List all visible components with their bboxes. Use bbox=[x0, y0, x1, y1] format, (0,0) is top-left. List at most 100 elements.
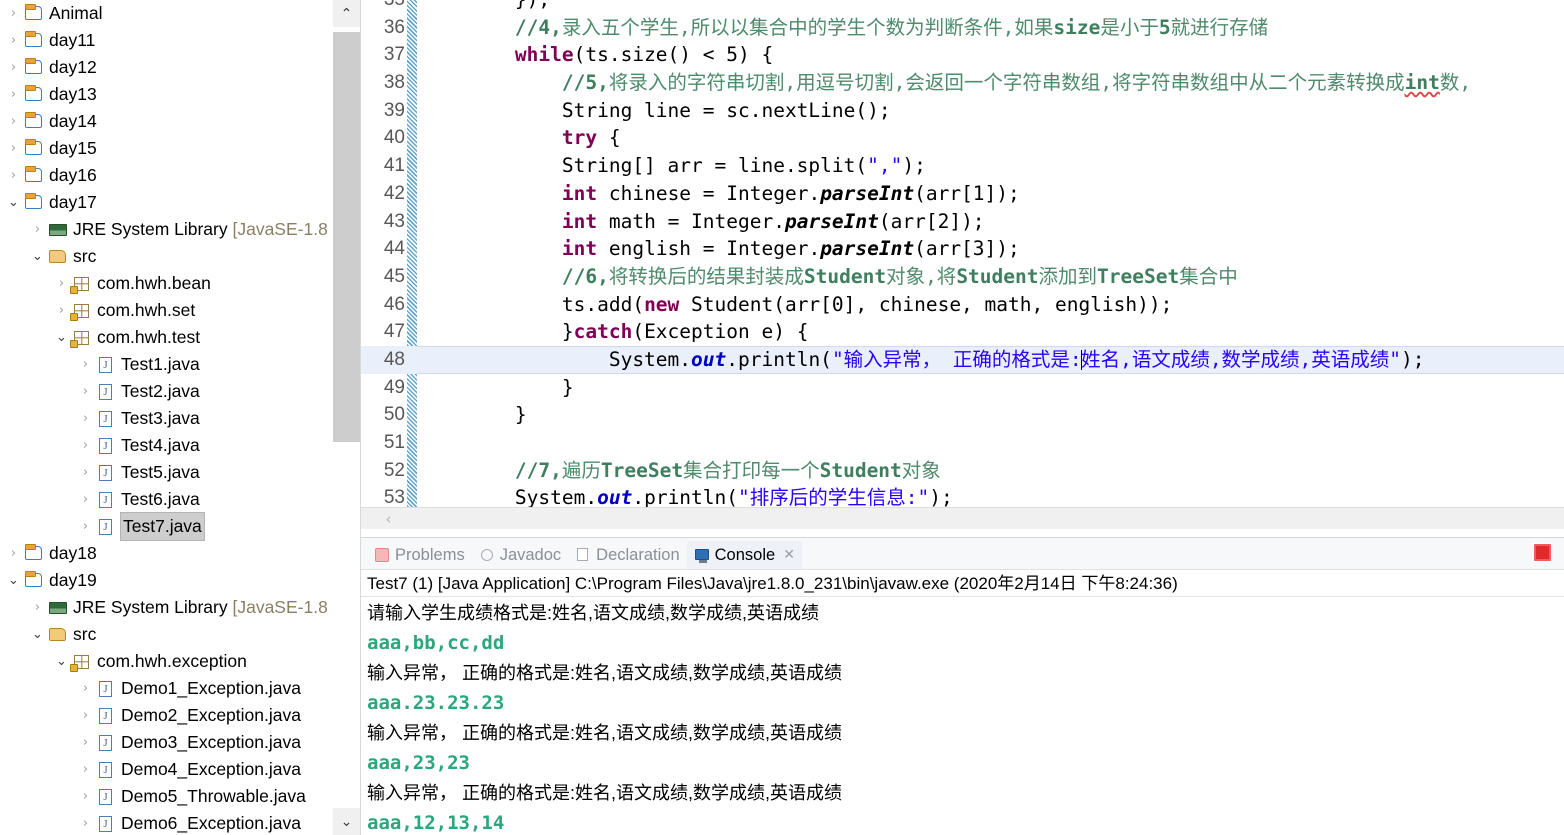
code-line[interactable]: 48 System.out.println("输入异常， 正确的格式是:姓名,语… bbox=[361, 345, 1564, 374]
editor-horizontal-scrollbar[interactable]: ‹ bbox=[361, 507, 1564, 529]
tree-node[interactable]: › day11 bbox=[0, 27, 334, 54]
tree-node[interactable]: › Demo5_Throwable.java bbox=[0, 783, 334, 810]
tree-node[interactable]: › Demo6_Exception.java bbox=[0, 810, 334, 835]
tree-twisty-closed-icon[interactable]: › bbox=[76, 810, 95, 835]
tree-node[interactable]: › Test6.java bbox=[0, 486, 334, 513]
code-line[interactable]: 45 //6,将转换后的结果封装成Student对象,将Student添加到Tr… bbox=[361, 263, 1564, 291]
tree-node[interactable]: ⌄ src bbox=[0, 621, 334, 648]
code-line[interactable]: 51 bbox=[361, 429, 1564, 457]
code-line[interactable]: 38 //5,将录入的字符串切割,用逗号切割,会返回一个字符串数组,将字符串数组… bbox=[361, 69, 1564, 97]
tab-declaration[interactable]: Declaration bbox=[568, 541, 686, 569]
scroll-up-arrow-icon[interactable]: ⌃ bbox=[333, 0, 360, 27]
tree-twisty-closed-icon[interactable]: › bbox=[4, 27, 23, 54]
tree-node[interactable]: › Test2.java bbox=[0, 378, 334, 405]
tree-twisty-closed-icon[interactable]: › bbox=[28, 594, 47, 621]
tree-node[interactable]: › Demo3_Exception.java bbox=[0, 729, 334, 756]
tree-node[interactable]: ⌄ src bbox=[0, 243, 334, 270]
tree-twisty-closed-icon[interactable]: › bbox=[76, 486, 95, 513]
tree-twisty-open-icon[interactable]: ⌄ bbox=[28, 621, 47, 648]
tree-node[interactable]: › Test3.java bbox=[0, 405, 334, 432]
tree-twisty-closed-icon[interactable]: › bbox=[76, 432, 95, 459]
tree-twisty-closed-icon[interactable]: › bbox=[76, 675, 95, 702]
tree-node[interactable]: › JRE System Library [JavaSE-1.8 bbox=[0, 594, 334, 621]
tree-node[interactable]: › day13 bbox=[0, 81, 334, 108]
code-line[interactable]: 50 } bbox=[361, 401, 1564, 429]
code-line[interactable]: 39 String line = sc.nextLine(); bbox=[361, 97, 1564, 125]
tree-node[interactable]: › Test5.java bbox=[0, 459, 334, 486]
code-line[interactable]: 49 } bbox=[361, 374, 1564, 402]
tab-problems[interactable]: Problems bbox=[367, 541, 472, 569]
tree-twisty-closed-icon[interactable]: › bbox=[4, 81, 23, 108]
close-icon[interactable]: ✕ bbox=[783, 547, 795, 563]
tab-console[interactable]: Console ✕ bbox=[686, 541, 802, 569]
code-line[interactable]: 40 try { bbox=[361, 124, 1564, 152]
tree-node[interactable]: › com.hwh.set bbox=[0, 297, 334, 324]
project-tree[interactable]: › Animal › day11 › day12 › day13 › day14 › day15 › da… bbox=[0, 0, 334, 835]
explorer-scroll-track[interactable] bbox=[333, 27, 360, 808]
tree-twisty-open-icon[interactable]: ⌄ bbox=[4, 567, 23, 594]
tree-twisty-closed-icon[interactable]: › bbox=[76, 459, 95, 486]
tree-node[interactable]: › Test4.java bbox=[0, 432, 334, 459]
scroll-left-arrow-icon[interactable]: ‹ bbox=[361, 510, 416, 528]
tree-twisty-closed-icon[interactable]: › bbox=[52, 297, 71, 324]
tree-twisty-closed-icon[interactable]: › bbox=[76, 405, 95, 432]
code-line[interactable]: 36 //4,录入五个学生,所以以集合中的学生个数为判断条件,如果size是小于… bbox=[361, 14, 1564, 42]
tree-twisty-closed-icon[interactable]: › bbox=[76, 351, 95, 378]
panel-tab-bar[interactable]: Problems Javadoc Declaration Console ✕ bbox=[361, 538, 1564, 570]
tree-twisty-open-icon[interactable]: ⌄ bbox=[52, 648, 71, 675]
tree-node[interactable]: › day14 bbox=[0, 108, 334, 135]
tree-node[interactable]: ⌄ day17 bbox=[0, 189, 334, 216]
tree-node[interactable]: ⌄ com.hwh.test bbox=[0, 324, 334, 351]
tree-node[interactable]: › day18 bbox=[0, 540, 334, 567]
tree-twisty-closed-icon[interactable]: › bbox=[4, 108, 23, 135]
editor-text-area[interactable]: 35 });36 //4,录入五个学生,所以以集合中的学生个数为判断条件,如果s… bbox=[361, 0, 1564, 507]
tree-twisty-closed-icon[interactable]: › bbox=[76, 378, 95, 405]
java-source-editor[interactable]: 35 });36 //4,录入五个学生,所以以集合中的学生个数为判断条件,如果s… bbox=[361, 0, 1564, 537]
code-line[interactable]: 41 String[] arr = line.split(","); bbox=[361, 152, 1564, 180]
code-line[interactable]: 37 while(ts.size() < 5) { bbox=[361, 41, 1564, 69]
tree-twisty-closed-icon[interactable]: › bbox=[76, 513, 95, 540]
tree-node[interactable]: › day12 bbox=[0, 54, 334, 81]
explorer-scroll-thumb[interactable] bbox=[333, 32, 360, 442]
tree-twisty-closed-icon[interactable]: › bbox=[52, 270, 71, 297]
tree-node[interactable]: ⌄ com.hwh.exception bbox=[0, 648, 334, 675]
tree-twisty-closed-icon[interactable]: › bbox=[28, 216, 47, 243]
tree-twisty-closed-icon[interactable]: › bbox=[76, 702, 95, 729]
tree-twisty-closed-icon[interactable]: › bbox=[4, 540, 23, 567]
code-line[interactable]: 35 }); bbox=[361, 0, 1564, 14]
tree-node[interactable]: › day15 bbox=[0, 135, 334, 162]
code-line[interactable]: 44 int english = Integer.parseInt(arr[3]… bbox=[361, 235, 1564, 263]
explorer-vertical-scrollbar[interactable]: ⌃ ⌄ bbox=[333, 0, 360, 835]
tree-node[interactable]: › Test1.java bbox=[0, 351, 334, 378]
tree-node[interactable]: › day16 bbox=[0, 162, 334, 189]
tree-node[interactable]: › JRE System Library [JavaSE-1.8 bbox=[0, 216, 334, 243]
tree-twisty-open-icon[interactable]: ⌄ bbox=[52, 324, 71, 351]
tree-twisty-open-icon[interactable]: ⌄ bbox=[4, 189, 23, 216]
tree-twisty-closed-icon[interactable]: › bbox=[4, 0, 23, 27]
tree-node[interactable]: › Demo2_Exception.java bbox=[0, 702, 334, 729]
tree-twisty-closed-icon[interactable]: › bbox=[76, 729, 95, 756]
code-line-list[interactable]: 35 });36 //4,录入五个学生,所以以集合中的学生个数为判断条件,如果s… bbox=[361, 0, 1564, 507]
tree-twisty-closed-icon[interactable]: › bbox=[4, 162, 23, 189]
tree-twisty-closed-icon[interactable]: › bbox=[76, 783, 95, 810]
code-line[interactable]: 52 //7,遍历TreeSet集合打印每一个Student对象 bbox=[361, 457, 1564, 485]
console-output-area[interactable]: 请输入学生成绩格式是:姓名,语文成绩,数学成绩,英语成绩 aaa,bb,cc,dd… bbox=[361, 597, 1564, 835]
tree-node[interactable]: › Demo1_Exception.java bbox=[0, 675, 334, 702]
code-line[interactable]: 53 System.out.println("排序后的学生信息:"); bbox=[361, 484, 1564, 507]
tree-twisty-closed-icon[interactable]: › bbox=[4, 54, 23, 81]
tree-node[interactable]: ⌄ day19 bbox=[0, 567, 334, 594]
tree-twisty-open-icon[interactable]: ⌄ bbox=[28, 243, 47, 270]
tree-node[interactable]: › Demo4_Exception.java bbox=[0, 756, 334, 783]
tree-node[interactable]: › Test7.java bbox=[0, 512, 334, 541]
tree-twisty-closed-icon[interactable]: › bbox=[4, 135, 23, 162]
terminate-button[interactable] bbox=[1533, 543, 1552, 562]
tree-twisty-closed-icon[interactable]: › bbox=[76, 756, 95, 783]
tab-javadoc[interactable]: Javadoc bbox=[472, 541, 568, 569]
code-line[interactable]: 47 }catch(Exception e) { bbox=[361, 318, 1564, 346]
scroll-down-arrow-icon[interactable]: ⌄ bbox=[333, 808, 360, 835]
tree-node[interactable]: › com.hwh.bean bbox=[0, 270, 334, 297]
code-line[interactable]: 46 ts.add(new Student(arr[0], chinese, m… bbox=[361, 291, 1564, 319]
tree-node[interactable]: › Animal bbox=[0, 0, 334, 27]
code-line[interactable]: 42 int chinese = Integer.parseInt(arr[1]… bbox=[361, 180, 1564, 208]
code-line[interactable]: 43 int math = Integer.parseInt(arr[2]); bbox=[361, 208, 1564, 236]
